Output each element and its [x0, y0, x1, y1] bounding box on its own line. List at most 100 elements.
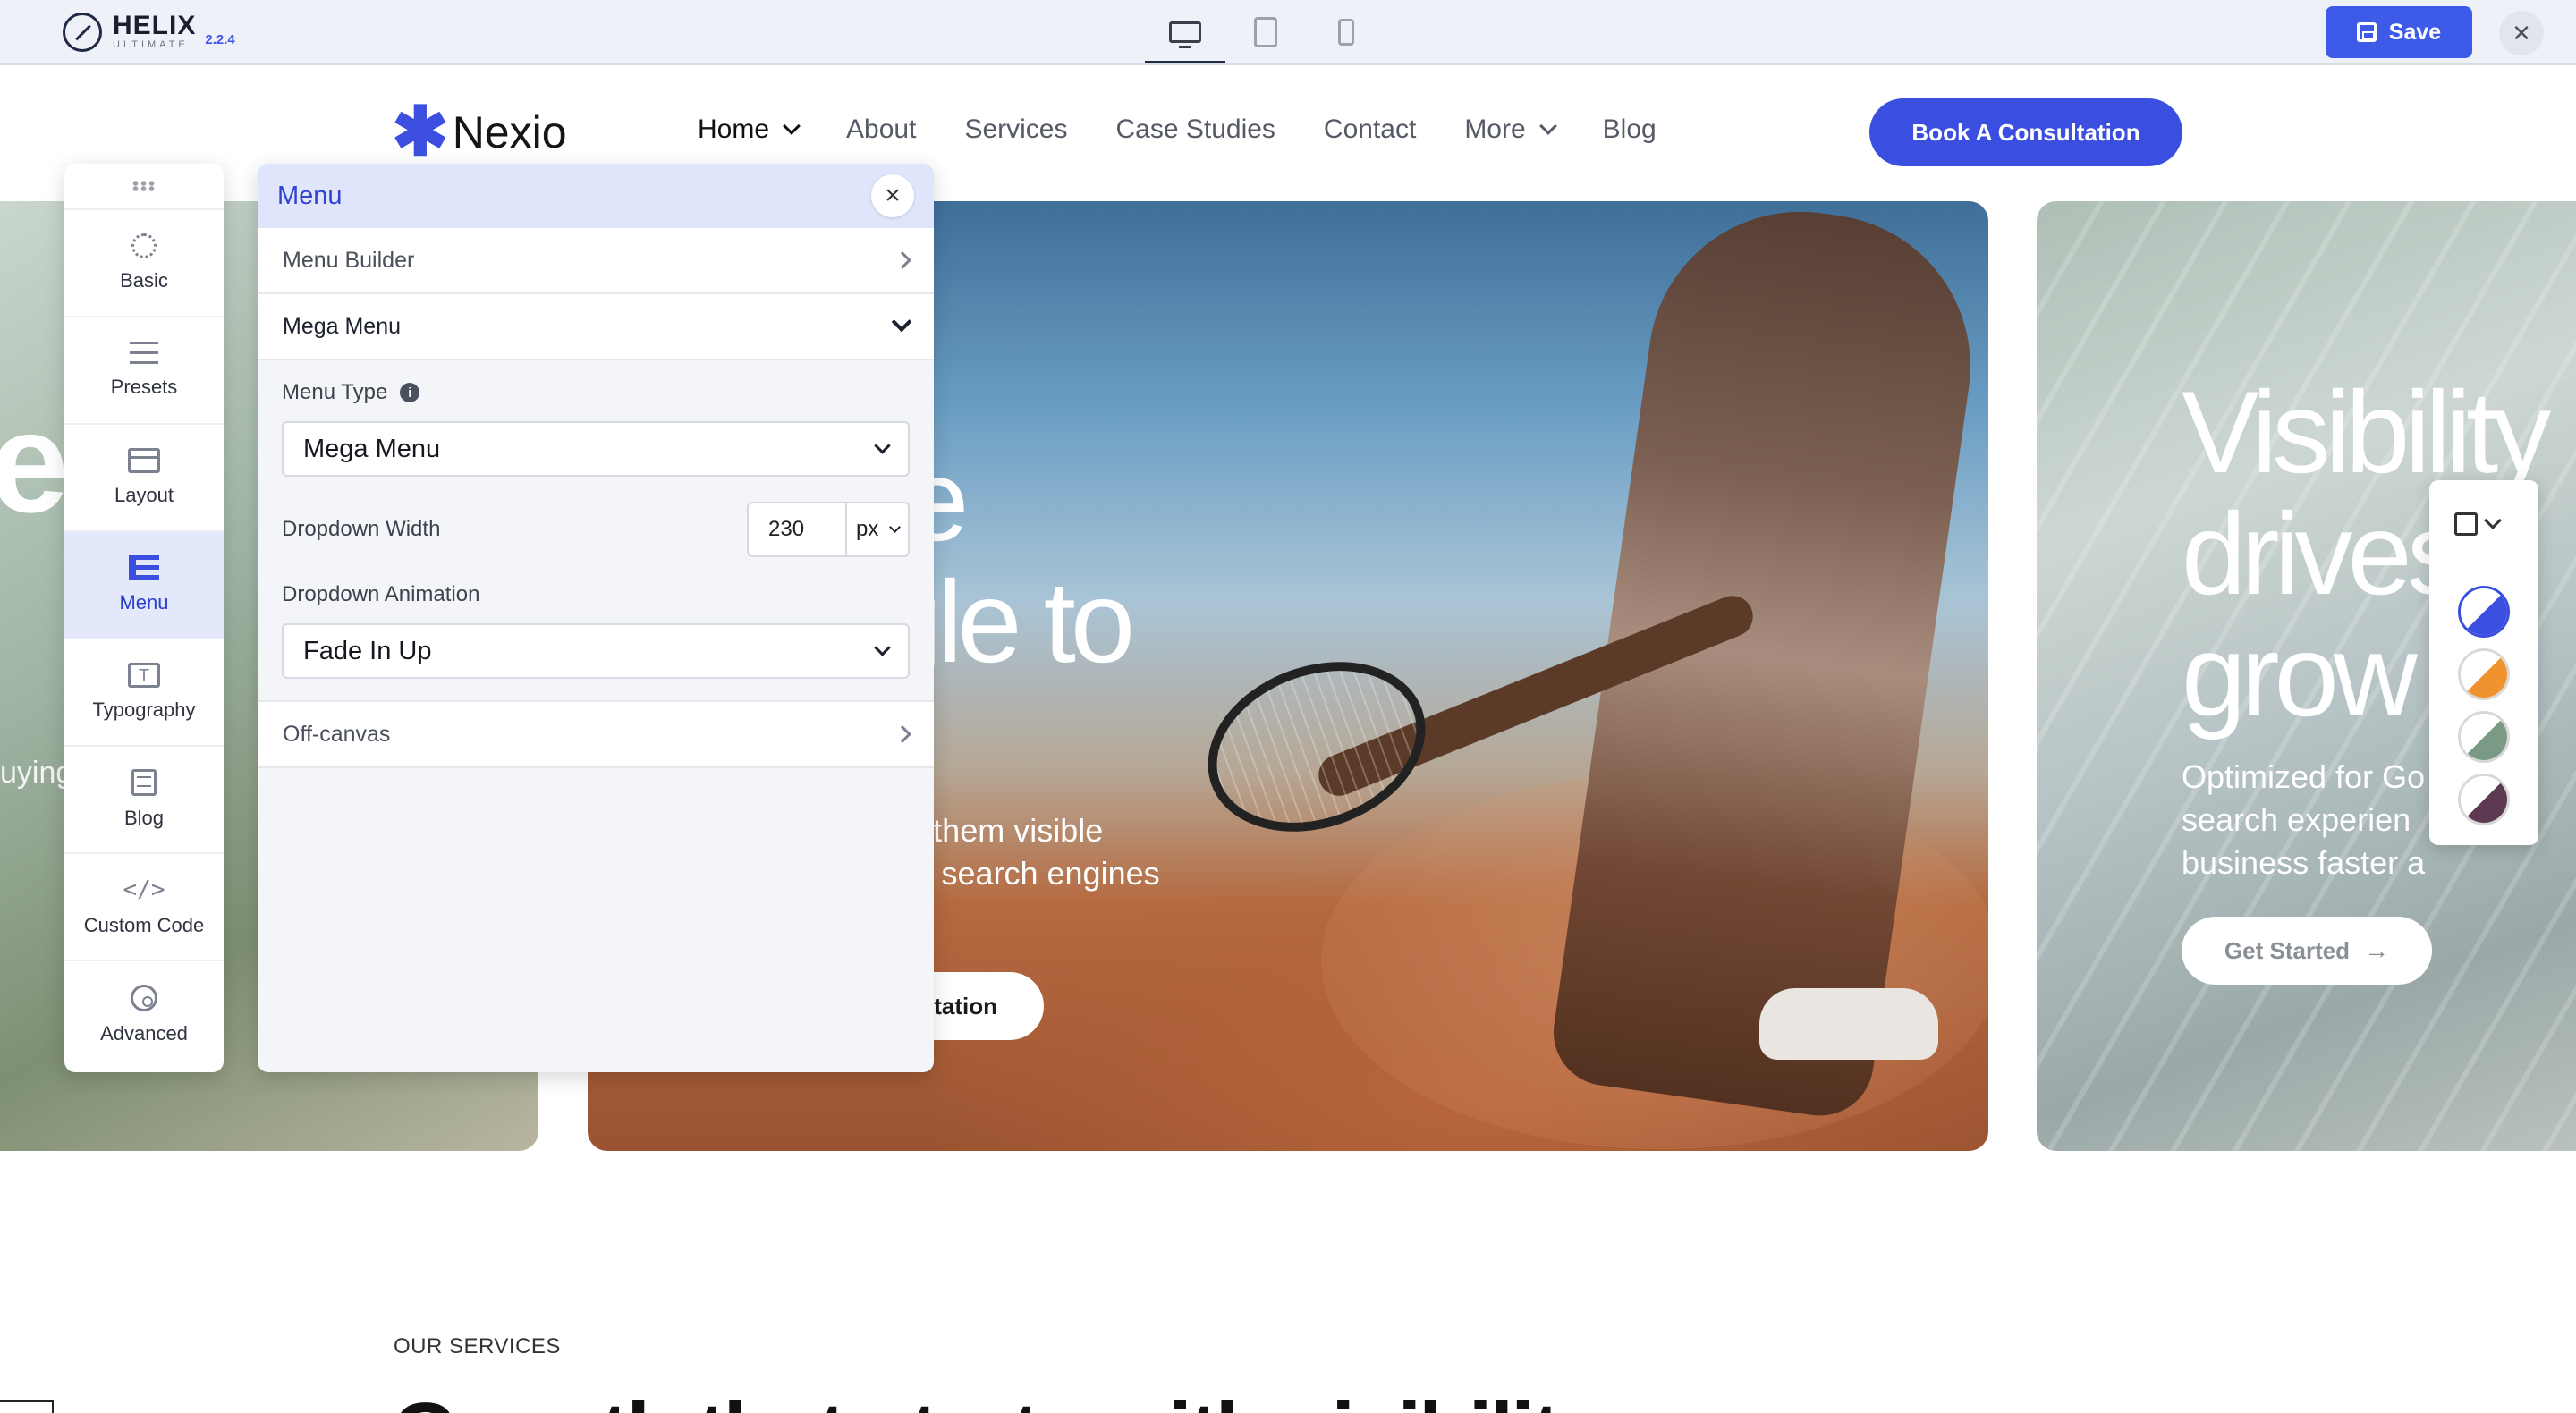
style-switcher: [2429, 480, 2538, 845]
helix-logo: HELIX ULTIMATE 2.2.4: [63, 11, 235, 54]
sidebar-item-label: Layout: [114, 484, 174, 506]
section-menu-builder[interactable]: Menu Builder: [258, 228, 934, 294]
advanced-icon: [131, 985, 157, 1011]
mobile-icon: [1338, 18, 1354, 46]
section-label: Mega Menu: [283, 313, 402, 339]
close-icon: ×: [2512, 15, 2530, 50]
next-title-line: Visibility: [2182, 367, 2551, 497]
nav-item-case-studies[interactable]: Case Studies: [1115, 114, 1275, 145]
info-icon[interactable]: i: [400, 383, 420, 402]
color-swatch-blue[interactable]: [2458, 586, 2510, 638]
sidebar-item-layout[interactable]: Layout: [64, 425, 224, 532]
chevron-down-icon: [874, 639, 891, 656]
typography-icon: T: [128, 663, 160, 688]
blog-icon: [131, 769, 157, 796]
sidebar-item-blog[interactable]: Blog: [64, 747, 224, 854]
get-started-label: Get Started: [2224, 936, 2351, 964]
sidebar-item-label: Advanced: [100, 1022, 188, 1045]
dropdown-width-unit-select[interactable]: px: [847, 502, 910, 557]
mobile-view-button[interactable]: [1306, 0, 1386, 63]
sidebar-item-label: Presets: [110, 376, 178, 398]
nav-label: Services: [964, 114, 1068, 144]
sidebar-item-presets[interactable]: Presets: [64, 317, 224, 425]
menu-settings-panel: Menu × Menu Builder Mega Menu Menu Type …: [258, 164, 934, 1072]
field-label: Menu Type: [282, 380, 388, 404]
color-swatch-plum[interactable]: [2458, 774, 2510, 825]
player-shoe-image: [1759, 988, 1938, 1060]
tablet-icon: [1254, 16, 1277, 47]
slide-title-fragment: e: [0, 382, 69, 542]
book-consultation-button[interactable]: Book A Consultation: [1869, 98, 2182, 166]
section-label: Menu Builder: [283, 247, 415, 273]
nav-label: About: [846, 114, 917, 144]
helix-options-sidebar: Basic Presets Layout Menu T Typography B…: [64, 164, 224, 1072]
corner-widget[interactable]: [0, 1400, 54, 1413]
nav-item-home[interactable]: Home: [698, 114, 801, 145]
next-desc-line: business faster a: [2182, 844, 2426, 881]
menu-type-label: Menu Type i: [282, 380, 910, 405]
sidebar-item-label: Blog: [123, 807, 165, 829]
main-nav: Home About Services Case Studies Contact…: [698, 114, 1705, 145]
panel-close-button[interactable]: ×: [871, 174, 914, 217]
gear-icon: [131, 233, 157, 258]
sidebar-item-label: Basic: [120, 269, 168, 292]
dropdown-animation-label: Dropdown Animation: [282, 582, 480, 606]
desktop-view-button[interactable]: [1145, 0, 1225, 63]
menu-icon: [129, 555, 159, 580]
save-icon: [2356, 22, 2377, 42]
save-label: Save: [2388, 19, 2442, 45]
sidebar-item-custom-code[interactable]: </> Custom Code: [64, 854, 224, 961]
close-icon: ×: [885, 181, 901, 210]
nav-item-services[interactable]: Services: [964, 114, 1067, 145]
style-switcher-toggle[interactable]: [2454, 512, 2502, 536]
section-label: Off-canvas: [283, 721, 391, 747]
services-eyebrow: OUR SERVICES: [394, 1334, 561, 1358]
sidebar-item-label: Typography: [92, 698, 196, 721]
sidebar-item-label: Menu: [119, 591, 169, 613]
unit-value: px: [856, 517, 879, 541]
panel-title: Menu: [277, 181, 343, 210]
sidebar-item-basic[interactable]: Basic: [64, 210, 224, 317]
dropdown-width-input[interactable]: [747, 502, 847, 557]
section-mega-menu[interactable]: Mega Menu: [258, 294, 934, 360]
nav-label: More: [1464, 114, 1526, 144]
sidebar-item-label: Custom Code: [83, 914, 205, 936]
drag-handle[interactable]: [64, 164, 224, 210]
site-logo[interactable]: ✱ Nexio: [392, 94, 567, 170]
chevron-right-icon: [894, 725, 911, 743]
nav-item-contact[interactable]: Contact: [1324, 114, 1416, 145]
close-editor-button[interactable]: ×: [2499, 11, 2544, 55]
dropdown-width-row: Dropdown Width px: [282, 502, 910, 557]
get-started-button[interactable]: Get Started →: [2182, 917, 2432, 985]
dropdown-animation-select[interactable]: Fade In Up: [282, 623, 910, 679]
nav-label: Contact: [1323, 114, 1417, 144]
nav-item-more[interactable]: More: [1464, 114, 1557, 145]
nav-item-blog[interactable]: Blog: [1603, 114, 1657, 145]
nav-item-about[interactable]: About: [846, 114, 916, 145]
logo-star-icon: ✱: [392, 94, 449, 170]
chevron-down-icon: [889, 521, 901, 533]
chevron-down-icon: [1538, 117, 1557, 135]
color-swatch-green[interactable]: [2458, 711, 2510, 763]
chevron-down-icon: [891, 311, 912, 333]
services-heading: Growth that starts with visibility: [392, 1384, 1606, 1413]
paint-icon: [2454, 512, 2478, 536]
mega-menu-fields: Menu Type i Mega Menu Dropdown Width px …: [258, 360, 934, 702]
sliders-icon: [130, 342, 158, 365]
color-swatch-orange[interactable]: [2458, 648, 2510, 700]
helix-version: 2.2.4: [205, 31, 235, 47]
grip-icon: [131, 181, 157, 191]
save-button[interactable]: Save: [2326, 6, 2472, 58]
tablet-view-button[interactable]: [1225, 0, 1306, 63]
site-logo-text: Nexio: [452, 107, 567, 157]
menu-type-select[interactable]: Mega Menu: [282, 421, 910, 477]
section-off-canvas[interactable]: Off-canvas: [258, 702, 934, 768]
select-value: Fade In Up: [303, 636, 432, 665]
nav-label: Blog: [1602, 114, 1657, 144]
nav-label: Case Studies: [1115, 114, 1275, 144]
sidebar-item-menu[interactable]: Menu: [64, 532, 224, 639]
sidebar-item-typography[interactable]: T Typography: [64, 639, 224, 747]
nav-label: Home: [698, 114, 770, 144]
chevron-right-icon: [894, 251, 911, 269]
sidebar-item-advanced[interactable]: Advanced: [64, 961, 224, 1069]
